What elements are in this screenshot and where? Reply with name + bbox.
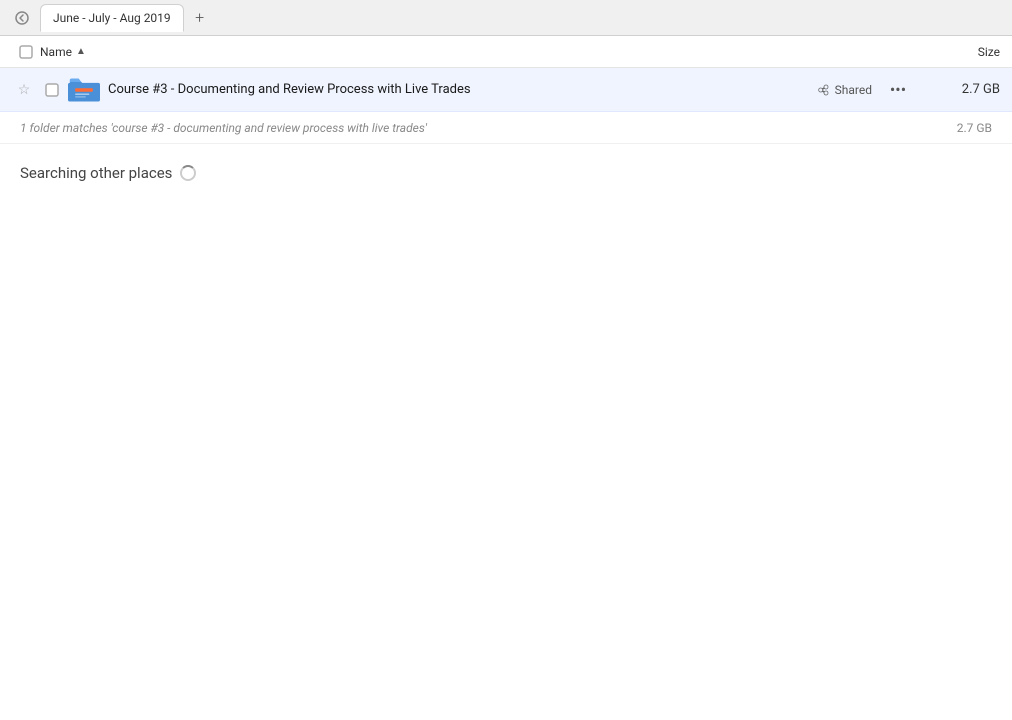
more-options-button[interactable]: •••: [884, 76, 912, 104]
shared-badge: Shared: [817, 83, 872, 97]
add-tab-icon: +: [195, 8, 204, 27]
star-icon: ☆: [18, 82, 31, 98]
name-label: Name: [40, 45, 72, 59]
star-button[interactable]: ☆: [12, 78, 36, 102]
add-tab-button[interactable]: +: [188, 6, 212, 30]
back-button[interactable]: [8, 4, 36, 32]
folder-row[interactable]: ☆ Course #3 - Documenting and Review Pro…: [0, 68, 1012, 112]
name-column-header[interactable]: Name ▲: [40, 45, 920, 59]
sort-arrow-icon: ▲: [76, 46, 86, 57]
searching-text: Searching other places: [20, 164, 172, 182]
row-checkbox[interactable]: [40, 83, 64, 97]
match-text: 1 folder matches 'course #3 - documentin…: [20, 121, 912, 135]
header-checkbox[interactable]: [12, 45, 40, 59]
active-tab[interactable]: June - July - Aug 2019: [40, 4, 184, 32]
size-column-header[interactable]: Size: [920, 45, 1000, 59]
folder-icon: [68, 74, 100, 106]
shared-label: Shared: [835, 83, 872, 97]
match-info-row: 1 folder matches 'course #3 - documentin…: [0, 112, 1012, 144]
loading-spinner: [180, 165, 196, 181]
match-size: 2.7 GB: [912, 121, 992, 135]
folder-name[interactable]: Course #3 - Documenting and Review Proce…: [108, 82, 817, 97]
column-header-row: Name ▲ Size: [0, 36, 1012, 68]
tab-bar: June - July - Aug 2019 +: [0, 0, 1012, 36]
searching-section: Searching other places: [0, 144, 1012, 202]
tab-label: June - July - Aug 2019: [53, 11, 171, 25]
file-size: 2.7 GB: [920, 82, 1000, 97]
size-label: Size: [978, 45, 1000, 59]
more-icon: •••: [890, 80, 906, 99]
